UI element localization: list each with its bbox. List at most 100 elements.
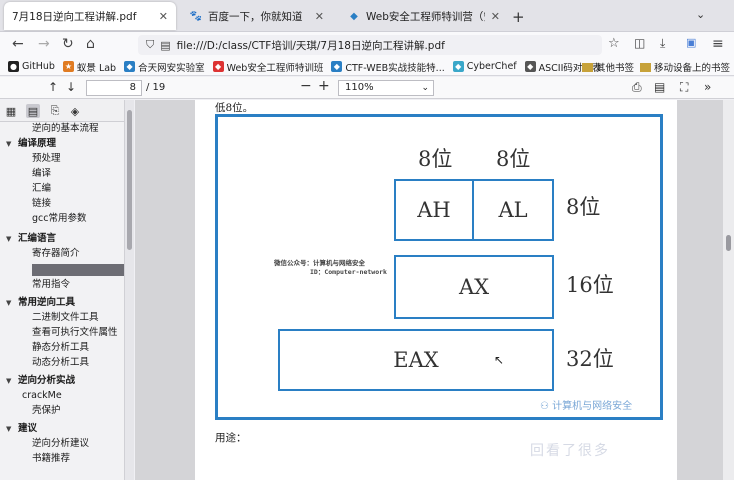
zoom-select[interactable]: 110% ⌄ [338,80,434,96]
close-tab-icon[interactable]: ✕ [491,10,500,23]
collapse-triangle-icon[interactable]: ▼ [6,425,11,433]
close-tab-icon[interactable]: ✕ [159,10,168,23]
scrollbar-thumb[interactable] [127,110,132,250]
outline-item[interactable]: 建议 [18,422,37,436]
back-icon[interactable]: ← [12,36,24,52]
collapse-triangle-icon[interactable]: ▼ [6,140,11,148]
bookmark-hetian[interactable]: ◆ 合天网安实验室 [124,60,205,74]
bit-label-ah: 8位 [418,147,453,171]
outline-item[interactable]: gcc常用参数 [32,212,86,226]
chevron-down-icon: ⌄ [421,83,429,93]
chevron-down-icon[interactable]: ⌄ [696,8,705,21]
register-ah: AH [394,179,474,241]
pdf-page: 低8位。 8位 8位 AH AL 8位 微信公众号：计算机与网络安全 ID：Co… [195,100,677,480]
outline-item[interactable]: 逆向分析建议 [32,437,89,451]
bookmark-github[interactable]: ● GitHub [8,61,55,72]
outline-item[interactable]: 逆向的基本流程 [32,122,99,136]
outline-item[interactable]: 查看可执行文件属性 [32,326,118,340]
new-tab-icon[interactable]: + [512,8,525,26]
outline-item[interactable]: 常用逆向工具 [18,296,75,310]
register-eax: EAX [278,329,554,391]
nav-bar: ← → ↻ ⌂ ⛉ ▤ file:///D:/class/CTF培训/天琪/7月… [0,32,734,58]
home-icon[interactable]: ⌂ [86,36,95,52]
register-ax: AX [394,255,554,319]
next-page-icon[interactable]: ↓ [66,80,76,94]
github-icon: ● [8,61,19,72]
outline-item[interactable]: 编译 [32,167,51,181]
collapse-triangle-icon[interactable]: ▼ [6,377,11,385]
fullscreen-icon[interactable]: ⛶ [680,80,688,95]
bookmark-other[interactable]: 其他书签 [582,60,634,74]
more-tools-icon[interactable]: » [704,80,711,94]
bit-label-al: 8位 [496,147,531,171]
sidebar-scrollbar[interactable] [124,100,134,480]
outline-item-selected[interactable] [32,264,124,276]
menu-icon[interactable]: ≡ [712,36,724,52]
print-icon[interactable]: ⎙ [632,80,642,95]
document-viewer: 低8位。 8位 8位 AH AL 8位 微信公众号：计算机与网络安全 ID：Co… [135,100,723,480]
layers-icon[interactable]: ◈ [68,104,82,118]
shield-icon[interactable]: ⛉ [146,38,154,52]
forward-icon[interactable]: → [38,36,50,52]
outline-item[interactable]: 链接 [32,197,51,211]
outline-item[interactable]: 壳保护 [32,404,61,418]
pocket-icon[interactable]: ◫ [634,36,645,50]
mouse-cursor-icon: ↖ [494,353,505,367]
outline-item[interactable]: 汇编 [32,182,51,196]
outline-item[interactable]: crackMe [22,389,62,403]
address-bar[interactable]: ⛉ ▤ file:///D:/class/CTF培训/天琪/7月18日逆向工程讲… [138,35,602,55]
collapse-triangle-icon[interactable]: ▼ [6,299,11,307]
top-caption: 低8位。 [215,102,254,114]
outline-item[interactable]: 逆向分析实战 [18,374,75,388]
pdf-toolbar: ↑ ↓ 8 / 19 − + 110% ⌄ ⎙ ▤ ⛶ » [0,77,734,99]
bookmark-cyberchef[interactable]: ◆ CyberChef [452,61,517,72]
outline-item[interactable]: 动态分析工具 [32,356,89,370]
outline-item[interactable]: 静态分析工具 [32,341,89,355]
save-icon[interactable]: ▤ [654,80,665,94]
attachments-icon[interactable]: ⎘ [48,104,62,118]
page-icon: ▤ [160,38,171,52]
outline-sidebar: 逆向的基本流程 ▼ 编译原理 预处理 编译 汇编 链接 gcc常用参数 ▼ 汇编… [0,122,124,480]
outline-item[interactable]: 常用指令 [32,278,70,292]
watermark-line-1: 微信公众号：计算机与网络安全 [274,259,365,267]
outline-item[interactable]: 汇编语言 [18,232,56,246]
wechat-icon: ⚇ [540,401,553,412]
bookmark-ctf-web[interactable]: ◆ CTF-WEB实战技能特... [331,60,445,74]
outline-item[interactable]: 寄存器简介 [32,247,80,261]
video-overlay-text: 回看了很多 [530,443,610,459]
folder-icon [582,62,593,72]
outline-icon[interactable]: ▤ [26,104,40,118]
tab-title: 百度一下，你就知道 [208,10,303,23]
outline-item[interactable]: 二进制文件工具 [32,311,99,325]
close-tab-icon[interactable]: ✕ [315,10,324,23]
bookmark-web-security[interactable]: ◆ Web安全工程师特训班 [212,60,323,74]
bookmark-mobile[interactable]: 移动设备上的书签 [640,60,730,74]
extension-icon[interactable]: ▣ [686,36,696,49]
previous-page-icon[interactable]: ↑ [48,80,58,94]
scrollbar-thumb[interactable] [726,235,731,251]
outline-item[interactable]: 编译原理 [18,137,56,151]
thumbnails-icon[interactable]: ▦ [4,104,18,118]
zoom-in-icon[interactable]: + [318,78,330,94]
lab-icon: ★ [62,61,74,72]
bookmark-star-icon[interactable]: ☆ [608,36,620,51]
page-number-input[interactable]: 8 [86,80,142,96]
bookmarks-bar: ● GitHub ★ 蚁景 Lab ◆ 合天网安实验室 ◆ Web安全工程师特训班 ◆ C… [0,58,734,76]
tab-web-security[interactable]: ◆ Web安全工程师特训营（安全 ✕ [340,2,508,30]
tab-baidu[interactable]: 🐾 百度一下，你就知道 ✕ [182,2,332,30]
collapse-triangle-icon[interactable]: ▼ [6,235,11,243]
reload-icon[interactable]: ↻ [62,36,74,52]
bookmark-yijing[interactable]: ★ 蚁景 Lab [62,60,116,74]
document-scrollbar[interactable] [723,100,734,480]
outline-item[interactable]: 预处理 [32,152,61,166]
bit-label-byte: 8位 [566,195,601,219]
outline-item[interactable]: 书籍推荐 [32,452,70,466]
globe-icon: ◆ [212,61,224,72]
register-diagram-frame: 8位 8位 AH AL 8位 微信公众号：计算机与网络安全 ID：Compute… [215,114,663,420]
tab-pdf[interactable]: 7月18日逆向工程讲解.pdf ✕ [4,2,176,30]
globe-icon: ◆ [524,61,536,72]
bit-label-word: 16位 [566,273,614,297]
globe-icon: ◆ [124,61,136,72]
download-icon[interactable]: ⤓ [660,36,665,51]
zoom-out-icon[interactable]: − [300,78,312,94]
